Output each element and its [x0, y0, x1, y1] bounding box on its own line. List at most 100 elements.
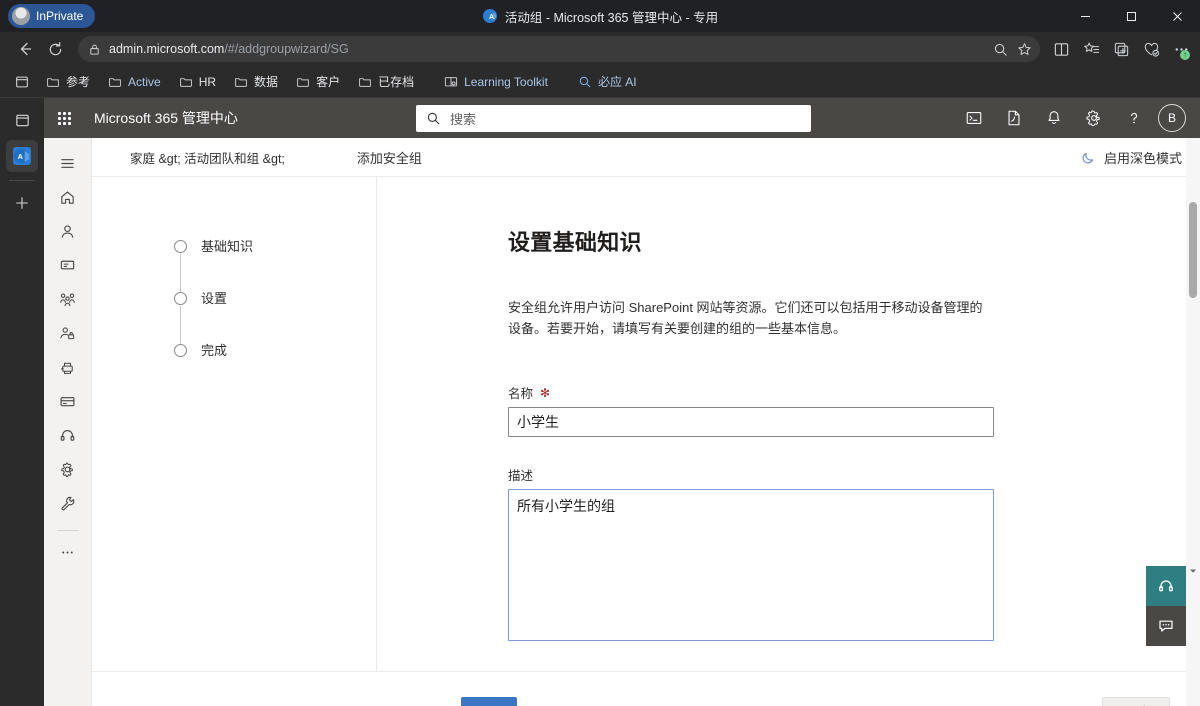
credit-card-icon[interactable] [48, 384, 88, 418]
wizard-step-label: 设置 [201, 291, 228, 306]
collections-icon[interactable] [1076, 34, 1106, 64]
wizard-step-basics[interactable]: 基础知识 [92, 239, 376, 292]
suite-header-actions: B [954, 98, 1194, 138]
folder-icon [234, 75, 248, 89]
window-title-group: A 活动组 - Microsoft 365 管理中心 - 专用 [0, 0, 1200, 32]
more-settings-icon[interactable]: ↑ [1166, 34, 1196, 64]
printer-icon[interactable] [48, 350, 88, 384]
scrollbar-thumb[interactable] [1189, 202, 1197, 298]
folder-icon [108, 75, 122, 89]
bookmark-item[interactable]: 客户 [288, 70, 348, 94]
bookmark-label: HR [198, 74, 217, 89]
browser-window: InPrivate A 活动组 - Microsoft 365 管理中心 - 专… [0, 0, 1200, 706]
split-screen-icon[interactable] [1046, 34, 1076, 64]
gear-icon[interactable] [48, 452, 88, 486]
minimize-button[interactable] [1062, 0, 1108, 32]
bookmark-item[interactable]: 已存档 [350, 70, 422, 94]
zoom-search-icon[interactable] [988, 37, 1012, 61]
cloud-shell-icon[interactable] [954, 98, 994, 138]
hamburger-icon[interactable] [48, 146, 88, 180]
support-fab[interactable] [1146, 566, 1186, 606]
bookmark-item[interactable]: Learning Toolkit [436, 70, 556, 94]
breadcrumb-trail: 家庭 &gt; 活动团队和组 &gt; [130, 151, 285, 166]
settings-gear-icon[interactable] [1074, 98, 1114, 138]
refresh-icon[interactable] [40, 34, 70, 64]
bookmark-label: Active [128, 74, 161, 89]
toolbar-right-group: ↑ [1046, 34, 1200, 64]
global-search-box[interactable]: 搜索 [416, 105, 811, 132]
window-controls [1062, 0, 1200, 32]
lock-icon [88, 43, 101, 56]
user-avatar[interactable]: B [1158, 104, 1186, 132]
breadcrumb[interactable]: 家庭 &gt; 活动团队和组 &gt; [130, 148, 285, 167]
user-icon[interactable] [48, 214, 88, 248]
step-dot-icon [174, 292, 187, 305]
tab-list-icon[interactable] [6, 104, 38, 136]
inprivate-badge[interactable]: InPrivate [8, 4, 96, 28]
book-icon [444, 75, 458, 89]
profile-avatar-icon [12, 7, 30, 25]
suite-title[interactable]: Microsoft 365 管理中心 [94, 108, 238, 128]
bookmark-item[interactable]: 数据 [226, 70, 286, 94]
maximize-button[interactable] [1108, 0, 1154, 32]
close-button[interactable] [1154, 0, 1200, 32]
dark-mode-toggle[interactable]: 启用深色模式 [1081, 146, 1182, 168]
dark-mode-label: 启用深色模式 [1103, 150, 1182, 166]
active-tab-m365[interactable]: A [6, 140, 38, 172]
bookmark-item[interactable]: 必应 AI [570, 70, 645, 94]
wizard-step-label: 完成 [201, 343, 228, 358]
address-bar-text: admin.microsoft.com/#/addgroupwizard/SG [109, 42, 349, 56]
back-arrow-icon[interactable] [10, 34, 40, 64]
step-dot-icon [174, 240, 187, 253]
name-field-label: 名称 [508, 387, 534, 401]
browser-toolbar: admin.microsoft.com/#/addgroupwizard/SG [0, 32, 1200, 66]
headset-icon[interactable] [48, 418, 88, 452]
cancel-button[interactable]: 取消 [1102, 697, 1170, 706]
scroll-down-arrow-icon[interactable] [1189, 562, 1197, 573]
home-icon[interactable] [48, 180, 88, 214]
new-tab-button[interactable] [6, 187, 38, 219]
page-content: 家庭 &gt; 活动团队和组 &gt; 添加安全组 启用深色模式 基础知识 设置… [92, 138, 1200, 706]
help-question-icon[interactable] [1114, 98, 1154, 138]
wizard-step-finish[interactable]: 完成 [92, 343, 376, 395]
add-tab-group-icon[interactable] [1106, 34, 1136, 64]
user-role-icon[interactable] [48, 316, 88, 350]
step-connector [180, 254, 181, 292]
group-description-textarea[interactable]: 所有小学生的组 [508, 489, 994, 641]
pane-description: 安全组允许用户访问 SharePoint 网站等资源。它们还可以包括用于移动设备… [508, 300, 983, 336]
wizard-step-label: 基础知识 [201, 239, 254, 254]
bookmark-item[interactable]: HR [171, 70, 224, 94]
field-spacer [508, 437, 1200, 465]
diagnostics-icon[interactable] [994, 98, 1034, 138]
bookmark-label: 参考 [66, 75, 91, 89]
required-marker-icon: ✻ [540, 385, 551, 400]
bookmark-manager-icon[interactable] [8, 69, 36, 95]
people-group-icon[interactable] [48, 282, 88, 316]
notifications-bell-icon[interactable] [1034, 98, 1074, 138]
breadcrumb-bar: 家庭 &gt; 活动团队和组 &gt; 添加安全组 启用深色模式 [92, 138, 1200, 176]
next-button[interactable]: 下一个 [461, 697, 517, 706]
browser-essentials-icon[interactable] [1136, 34, 1166, 64]
description-field-label: 描述 [508, 469, 534, 483]
browser-title-bar: InPrivate A 活动组 - Microsoft 365 管理中心 - 专… [0, 0, 1200, 32]
app-launcher-icon[interactable] [44, 98, 84, 138]
device-icon[interactable] [48, 248, 88, 282]
wizard-step-settings[interactable]: 设置 [92, 291, 376, 344]
feedback-fab[interactable] [1146, 606, 1186, 646]
folder-icon [179, 75, 193, 89]
ellipsis-icon[interactable] [48, 535, 88, 569]
floating-action-stack [1146, 566, 1186, 646]
group-name-input[interactable] [508, 407, 994, 437]
moon-icon [1081, 150, 1096, 165]
window-title-text: 活动组 - Microsoft 365 管理中心 - 专用 [504, 10, 719, 25]
search-icon [426, 111, 441, 126]
m365-suite-header: Microsoft 365 管理中心 搜索 B [44, 98, 1200, 138]
page-scrollbar[interactable] [1186, 138, 1200, 706]
bookmark-item[interactable]: 参考 [38, 70, 98, 94]
wrench-icon[interactable] [48, 486, 88, 520]
star-icon[interactable] [1012, 37, 1036, 61]
address-bar[interactable]: admin.microsoft.com/#/addgroupwizard/SG [78, 36, 1040, 62]
wizard-body: 基础知识 设置 完成 设置基础知识 安全组允许用户访问 SharePoint 网… [92, 176, 1200, 672]
bookmark-item[interactable]: Active [100, 70, 169, 94]
admin-left-nav [44, 138, 92, 706]
